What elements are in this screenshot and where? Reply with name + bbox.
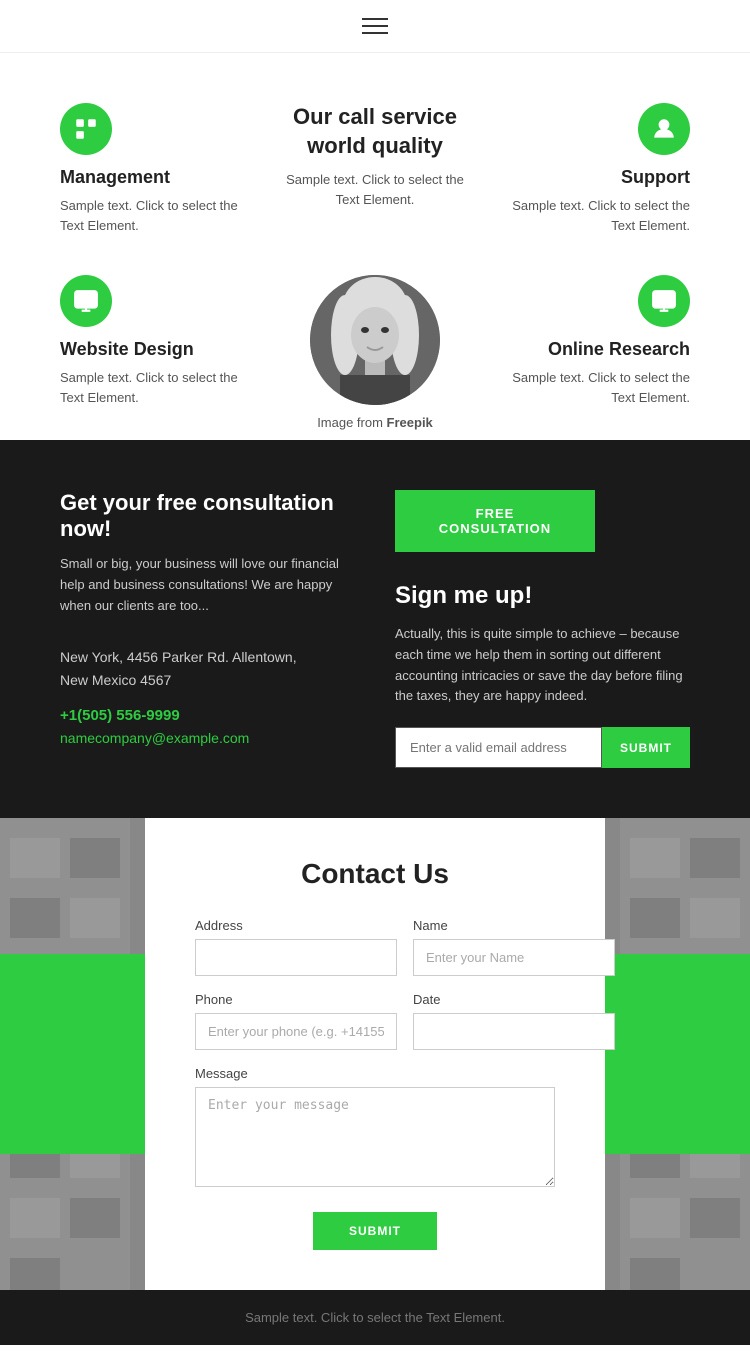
consultation-left: Get your free consultation now! Small or…	[60, 490, 355, 768]
support-title: Support	[493, 167, 690, 188]
services-bottom-section: Website Design Sample text. Click to sel…	[0, 265, 750, 440]
date-input[interactable]	[413, 1013, 615, 1050]
hamburger-menu[interactable]	[362, 18, 388, 34]
navbar	[0, 0, 750, 53]
website-design-service: Website Design Sample text. Click to sel…	[60, 275, 257, 407]
address-input[interactable]	[195, 939, 397, 976]
email-input[interactable]	[395, 727, 602, 768]
email: namecompany@example.com	[60, 730, 355, 746]
name-input[interactable]	[413, 939, 615, 976]
dark-section-inner: Get your free consultation now! Small or…	[60, 490, 690, 768]
phone-input[interactable]	[195, 1013, 397, 1050]
support-text: Sample text. Click to select the Text El…	[493, 196, 690, 235]
profile-image-center: Image from Freepik	[277, 275, 474, 430]
phone-label: Phone	[195, 992, 397, 1007]
website-design-icon	[60, 275, 112, 327]
image-source: Freepik	[387, 415, 433, 430]
contact-form-overlay: Contact Us Address Name Phone Date Messa…	[145, 818, 605, 1290]
website-design-title: Website Design	[60, 339, 257, 360]
submit-button[interactable]: SUBMIT	[602, 727, 690, 768]
date-group: Date	[413, 992, 615, 1050]
phone: +1(505) 556-9999	[60, 707, 355, 724]
consultation-text: Small or big, your business will love ou…	[60, 554, 355, 616]
signup-right: FREE CONSULTATION Sign me up! Actually, …	[395, 490, 690, 768]
support-service: Support Sample text. Click to select the…	[493, 103, 690, 235]
consultation-title: Get your free consultation now!	[60, 490, 355, 542]
address-label: Address	[195, 918, 397, 933]
online-research-text: Sample text. Click to select the Text El…	[493, 368, 690, 407]
contact-title: Contact Us	[195, 858, 555, 890]
image-caption: Image from Freepik	[277, 415, 474, 430]
contact-info: New York, 4456 Parker Rd. Allentown,New …	[60, 646, 355, 746]
management-icon	[60, 103, 112, 155]
management-service: Management Sample text. Click to select …	[60, 103, 257, 235]
contact-section-wrapper: Contact Us Address Name Phone Date Messa…	[0, 818, 750, 1290]
main-heading-text: Sample text. Click to select the Text El…	[277, 170, 474, 209]
name-label: Name	[413, 918, 615, 933]
signup-text: Actually, this is quite simple to achiev…	[395, 624, 690, 707]
address-name-row: Address Name	[195, 918, 555, 976]
center-heading: Our call service world quality Sample te…	[277, 103, 474, 209]
footer-text: Sample text. Click to select the Text El…	[60, 1310, 690, 1325]
free-consultation-button[interactable]: FREE CONSULTATION	[395, 490, 595, 552]
signup-title: Sign me up!	[395, 582, 690, 610]
profile-image	[310, 275, 440, 405]
management-text: Sample text. Click to select the Text El…	[60, 196, 257, 235]
address: New York, 4456 Parker Rd. Allentown,New …	[60, 646, 355, 691]
footer: Sample text. Click to select the Text El…	[0, 1290, 750, 1345]
date-label: Date	[413, 992, 615, 1007]
services-top-section: Management Sample text. Click to select …	[0, 53, 750, 265]
phone-group: Phone	[195, 992, 397, 1050]
management-title: Management	[60, 167, 257, 188]
support-icon	[638, 103, 690, 155]
online-research-service: Online Research Sample text. Click to se…	[493, 275, 690, 407]
address-group: Address	[195, 918, 397, 976]
main-heading: Our call service world quality	[277, 103, 474, 160]
green-bar-left	[0, 954, 145, 1154]
email-form: SUBMIT	[395, 727, 690, 768]
green-bar-right	[605, 954, 750, 1154]
dark-section: Get your free consultation now! Small or…	[0, 440, 750, 818]
phone-date-row: Phone Date	[195, 992, 555, 1050]
message-group: Message	[195, 1066, 555, 1192]
name-group: Name	[413, 918, 615, 976]
website-design-text: Sample text. Click to select the Text El…	[60, 368, 257, 407]
message-label: Message	[195, 1066, 555, 1081]
contact-submit-button[interactable]: SUBMIT	[313, 1212, 437, 1250]
message-input[interactable]	[195, 1087, 555, 1187]
online-research-icon	[638, 275, 690, 327]
online-research-title: Online Research	[493, 339, 690, 360]
